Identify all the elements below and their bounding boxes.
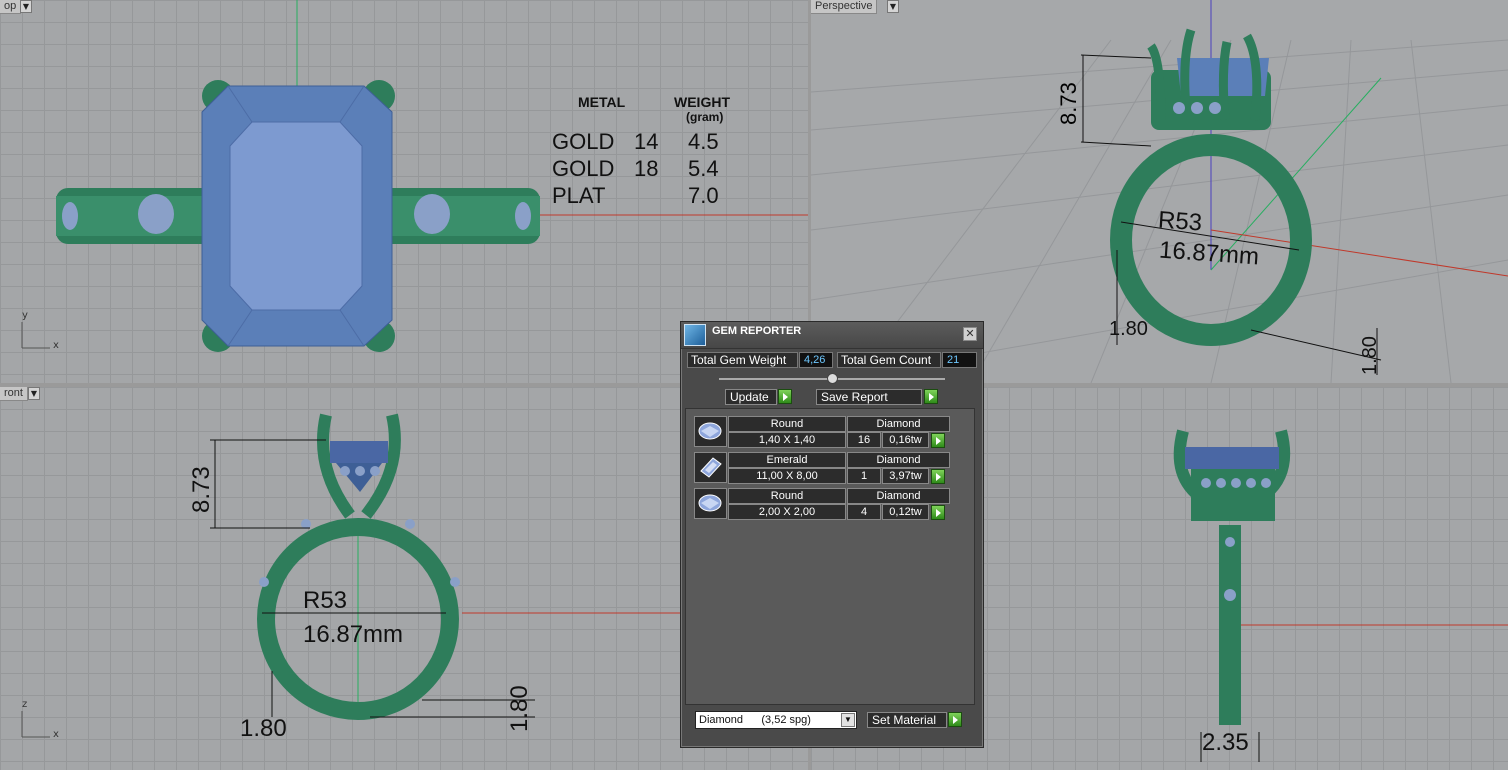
front-size-label: R53: [303, 587, 348, 614]
gizmo-y-label: y: [22, 310, 28, 321]
gem-cut: Round: [728, 416, 846, 432]
viewport-top-dropdown-icon[interactable]: ▼: [20, 0, 32, 13]
gem-reporter-titlebar[interactable]: GEM REPORTER ✕: [681, 322, 983, 349]
karat-row-1: 14: [634, 129, 659, 154]
gem-list[interactable]: Round Diamond 1,40 X 1,40 16 0,16tw Emer…: [685, 408, 975, 705]
weight-row-3: 7.0: [688, 183, 719, 208]
shank-side: [1219, 525, 1241, 725]
dim-line: [1080, 54, 1152, 59]
viewport-front-dropdown-icon[interactable]: ▼: [28, 387, 40, 400]
gem-count: 16: [847, 432, 881, 448]
total-gem-weight-label: Total Gem Weight: [687, 352, 798, 368]
gem-row[interactable]: Round Diamond 1,40 X 1,40 16 0,16tw: [694, 416, 952, 449]
front-height-dim: 8.73: [188, 466, 215, 513]
set-material-button[interactable]: Set Material: [867, 712, 947, 728]
side-stone: [515, 202, 531, 230]
save-report-go-icon[interactable]: [924, 389, 938, 404]
front-stone: [330, 441, 388, 463]
gem-cut: Emerald: [728, 452, 846, 468]
front-thickness-dim: 1.80: [240, 715, 287, 742]
set-material-go-icon[interactable]: [948, 712, 962, 727]
gem-material: Diamond: [847, 488, 950, 504]
gem-material: Diamond: [847, 452, 950, 468]
emerald-gem-icon: [694, 452, 727, 483]
gem-reporter-app-icon: [684, 324, 706, 346]
front-diameter-label: 16.87mm: [303, 621, 404, 648]
viewport-front-label[interactable]: ront: [0, 387, 28, 401]
perspective-width-dim: 1.80: [1359, 336, 1381, 375]
round-gem-icon: [694, 488, 727, 519]
right-shank-width-dim: 2.35: [1202, 729, 1249, 756]
gem-reporter-panel[interactable]: GEM REPORTER ✕ Total Gem Weight 4,26 Tot…: [680, 321, 984, 748]
gem-cut: Round: [728, 488, 846, 504]
update-button[interactable]: Update: [725, 389, 777, 405]
update-go-icon[interactable]: [778, 389, 792, 404]
panel-slider-knob[interactable]: [827, 373, 838, 384]
material-select-value: Diamond (3,52 spg): [699, 714, 811, 726]
front-width-dim: 1.80: [506, 685, 533, 732]
weight-row-1: 4.5: [688, 129, 719, 154]
side-stone: [414, 194, 450, 234]
perspective-size-label: R53: [1157, 206, 1203, 237]
gem-material: Diamond: [847, 416, 950, 432]
chevron-down-icon[interactable]: ▼: [841, 713, 855, 727]
side-stone: [138, 194, 174, 234]
gem-row[interactable]: Round Diamond 2,00 X 2,00 4 0,12tw: [694, 488, 952, 521]
side-stone: [62, 202, 78, 230]
right-stone: [1185, 447, 1279, 469]
close-icon[interactable]: ✕: [963, 327, 977, 341]
metal-row-1: GOLD: [552, 129, 615, 154]
gem-row[interactable]: Emerald Diamond 11,00 X 8,00 1 3,97tw: [694, 452, 952, 485]
emerald-table: [229, 121, 363, 311]
viewport-perspective-dropdown-icon[interactable]: ▼: [887, 0, 899, 13]
weight-header: WEIGHT: [674, 94, 730, 110]
viewport-perspective-label[interactable]: Perspective: [811, 0, 878, 14]
weight-row-2: 5.4: [688, 156, 719, 181]
weight-unit: (gram): [686, 110, 724, 124]
round-gem-icon: [694, 416, 727, 447]
total-gem-count-value: 21: [942, 352, 977, 368]
perspective-thickness-dim: 1.80: [1109, 318, 1148, 340]
gizmo-x-label: x: [53, 729, 59, 740]
gem-size: 2,00 X 2,00: [728, 504, 846, 520]
gem-reporter-title: GEM REPORTER: [712, 325, 802, 337]
total-gem-count-label: Total Gem Count: [837, 352, 941, 368]
gizmo-z-label: z: [22, 699, 28, 710]
gem-row-go-icon[interactable]: [931, 433, 945, 448]
gem-row-go-icon[interactable]: [931, 505, 945, 520]
gizmo-x-label: x: [53, 340, 59, 351]
save-report-button[interactable]: Save Report: [816, 389, 922, 405]
viewport-top-label[interactable]: op: [0, 0, 22, 14]
gem-weight: 3,97tw: [882, 468, 929, 484]
metal-row-2: GOLD: [552, 156, 615, 181]
material-select[interactable]: Diamond (3,52 spg) ▼: [695, 711, 857, 729]
karat-row-2: 18: [634, 156, 659, 181]
gem-size: 11,00 X 8,00: [728, 468, 846, 484]
gem-weight: 0,12tw: [882, 504, 929, 520]
total-gem-weight-value: 4,26: [799, 352, 833, 368]
perspective-height-dim: 8.73: [1056, 82, 1081, 125]
gem-size: 1,40 X 1,40: [728, 432, 846, 448]
gem-count: 1: [847, 468, 881, 484]
gem-row-go-icon[interactable]: [931, 469, 945, 484]
gem-weight: 0,16tw: [882, 432, 929, 448]
gem-count: 4: [847, 504, 881, 520]
metal-header: METAL: [578, 94, 626, 110]
metal-row-3: PLAT: [552, 183, 606, 208]
